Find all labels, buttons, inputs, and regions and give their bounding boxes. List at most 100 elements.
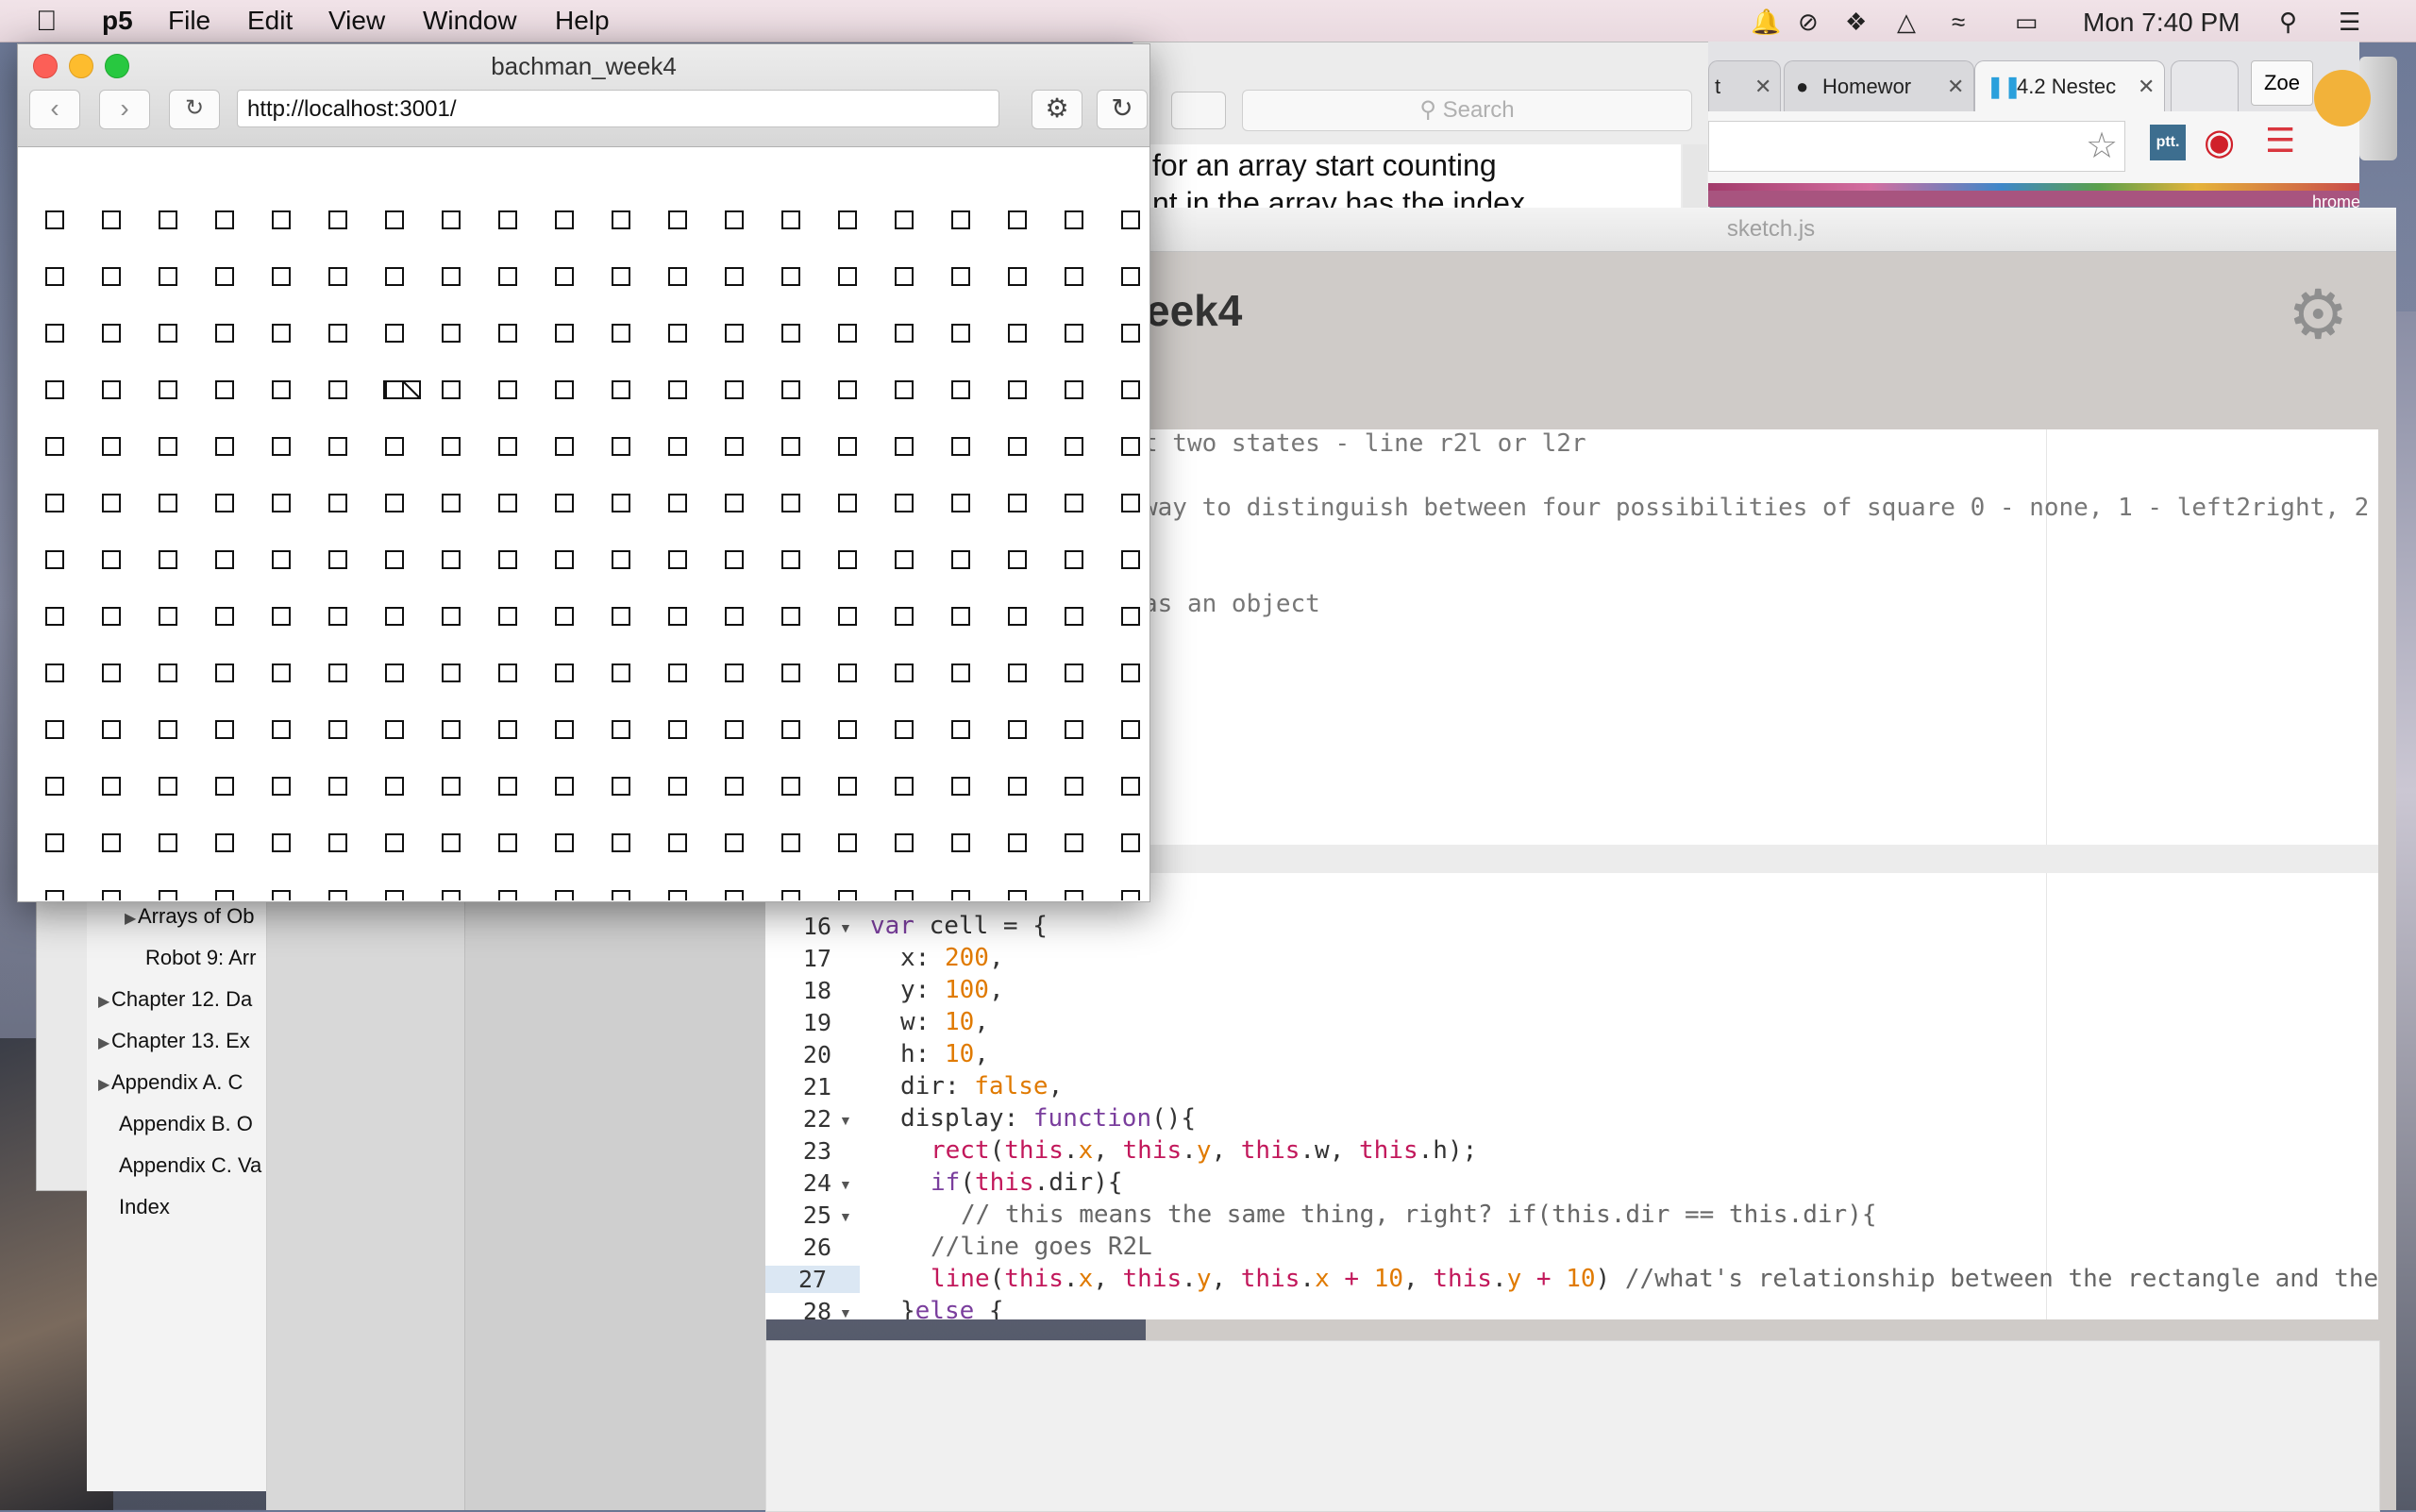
toc-item-appendix-a[interactable]: ▶Appendix A. C [98, 1070, 273, 1095]
grid-cell [612, 550, 630, 569]
book-table-of-contents: ▶Arrays of Ob Robot 9: Arr ▶Chapter 12. … [87, 887, 267, 1491]
github-icon: ● [1796, 75, 1809, 98]
grid-cell [272, 607, 291, 626]
grid-cell [555, 437, 574, 456]
grid-cell [612, 664, 630, 682]
grid-cell [1008, 437, 1027, 456]
tab-partial[interactable]: t ✕ [1708, 60, 1781, 112]
disclosure-triangle-icon[interactable]: ▶ [98, 1033, 111, 1052]
grid-cell [895, 380, 914, 399]
grid-cell [781, 833, 800, 852]
close-tab-icon[interactable]: ✕ [1754, 75, 1771, 99]
grid-cell [612, 437, 630, 456]
search-field[interactable]: ⚲ Search [1242, 90, 1692, 131]
line-number: 17 [802, 945, 831, 972]
grid-cell [1008, 267, 1027, 286]
toc-item-appendix-b[interactable]: Appendix B. O [119, 1112, 294, 1136]
refresh-icon: ↻ [1111, 93, 1133, 123]
grid-cell [215, 890, 234, 900]
toc-item-arrays-of-objects[interactable]: ▶Arrays of Ob [125, 904, 299, 929]
fold-arrow-icon[interactable]: ▼ [839, 1177, 852, 1192]
disclosure-triangle-icon[interactable]: ▶ [125, 909, 138, 928]
grid-cell [442, 324, 461, 343]
toc-item-index[interactable]: Index [119, 1195, 294, 1219]
grid-cell [1008, 833, 1027, 852]
toc-item-chapter-13[interactable]: ▶Chapter 13. Ex [98, 1029, 273, 1053]
code-line: var cell = { [870, 912, 1048, 940]
toc-item-robot-9[interactable]: Robot 9: Arr [145, 946, 320, 970]
back-button[interactable]: ‹ [29, 90, 80, 129]
menu-view[interactable]: View [328, 6, 385, 36]
grid-cell [45, 437, 64, 456]
disclosure-triangle-icon[interactable]: ▶ [98, 992, 111, 1011]
chrome-menu-icon[interactable]: ☰ [2265, 121, 2295, 160]
tab-nested-loops[interactable]: ❚❚ 4.2 Nestec ✕ [1974, 60, 2165, 112]
grid-cell [725, 720, 744, 739]
dropbox-icon[interactable]: ❖ [1845, 8, 1867, 37]
grid-cell [215, 720, 234, 739]
grid-cell [102, 550, 121, 569]
sync-icon[interactable]: ⊘ [1798, 8, 1819, 37]
sketch-canvas[interactable] [18, 147, 1149, 900]
editor-titlebar: sketch.js [1146, 208, 2396, 252]
settings-gear-icon[interactable]: ⚙ [2288, 281, 2349, 349]
settings-button[interactable]: ⚙ [1032, 90, 1082, 129]
console-panel[interactable] [765, 1340, 2380, 1512]
menu-help[interactable]: Help [555, 6, 610, 36]
close-tab-icon[interactable]: ✕ [1947, 75, 1964, 99]
project-name: eek4 [1146, 286, 1243, 335]
grid-cell [442, 380, 461, 399]
code-comment: t two states - line r2l or l2r [1143, 429, 1586, 458]
ptt-extension-icon[interactable]: ptt. [2150, 125, 2186, 160]
bookmark-star-icon[interactable]: ☆ [2086, 125, 2118, 167]
tab-homework[interactable]: ● Homewor ✕ [1784, 60, 1974, 112]
grid-cell [442, 664, 461, 682]
toc-item-appendix-c[interactable]: Appendix C. Va [119, 1153, 294, 1178]
line-number: 28 [802, 1298, 831, 1319]
grid-cell [1121, 210, 1140, 229]
grid-cell [612, 833, 630, 852]
app-menu[interactable]: p5 [102, 6, 133, 36]
wifi-icon[interactable]: ≈ [1952, 8, 1965, 37]
new-tab-button[interactable] [2171, 60, 2239, 112]
menu-edit[interactable]: Edit [247, 6, 293, 36]
code-editor[interactable]: 16 17 18 19 20 21 22 23 24 25 26 27 28 ▼… [765, 873, 2378, 1319]
print-margin [2046, 873, 2047, 1319]
omnibox[interactable] [1708, 121, 2125, 172]
url-input[interactable]: http://localhost:3001/ [237, 90, 999, 127]
scrollbar[interactable] [1683, 144, 1707, 212]
menu-window[interactable]: Window [423, 6, 517, 36]
fold-arrow-icon[interactable]: ▼ [839, 1305, 852, 1319]
toolbox-button[interactable] [1171, 92, 1226, 129]
fold-arrow-icon[interactable]: ▼ [839, 1113, 852, 1128]
grid-cell [1065, 890, 1083, 900]
apple-menu-icon[interactable]:  [36, 6, 58, 38]
grid-cell [555, 380, 574, 399]
airplay-icon[interactable]: △ [1897, 8, 1916, 37]
grid-cell [668, 210, 687, 229]
clock[interactable]: Mon 7:40 PM [2083, 8, 2240, 38]
menu-file[interactable]: File [168, 6, 210, 36]
battery-icon[interactable]: ▭ [2015, 8, 2038, 37]
grid-cell [1121, 550, 1140, 569]
reload-button[interactable]: ↻ [169, 90, 220, 129]
pinterest-icon[interactable]: ◉ [2204, 121, 2235, 163]
notification-bell-icon[interactable]: 🔔 [1751, 8, 1781, 37]
fold-arrow-icon[interactable]: ▼ [839, 1209, 852, 1224]
grid-cell [1065, 267, 1083, 286]
line-number: 24 [802, 1169, 831, 1197]
grid-cell [442, 890, 461, 900]
grid-cell [215, 437, 234, 456]
forward-button[interactable]: › [99, 90, 150, 129]
spotlight-search-icon[interactable]: ⚲ [2279, 8, 2297, 37]
toc-item-chapter-12[interactable]: ▶Chapter 12. Da [98, 987, 273, 1012]
fold-arrow-icon[interactable]: ▼ [839, 920, 852, 935]
grid-cell [102, 210, 121, 229]
refresh-button[interactable]: ↻ [1097, 90, 1148, 129]
disclosure-triangle-icon[interactable]: ▶ [98, 1075, 111, 1094]
grid-cell [612, 324, 630, 343]
notification-center-icon[interactable]: ☰ [2339, 8, 2360, 37]
profile-button[interactable]: Zoe [2251, 60, 2313, 106]
grid-cell [498, 494, 517, 512]
close-tab-icon[interactable]: ✕ [2138, 75, 2155, 99]
